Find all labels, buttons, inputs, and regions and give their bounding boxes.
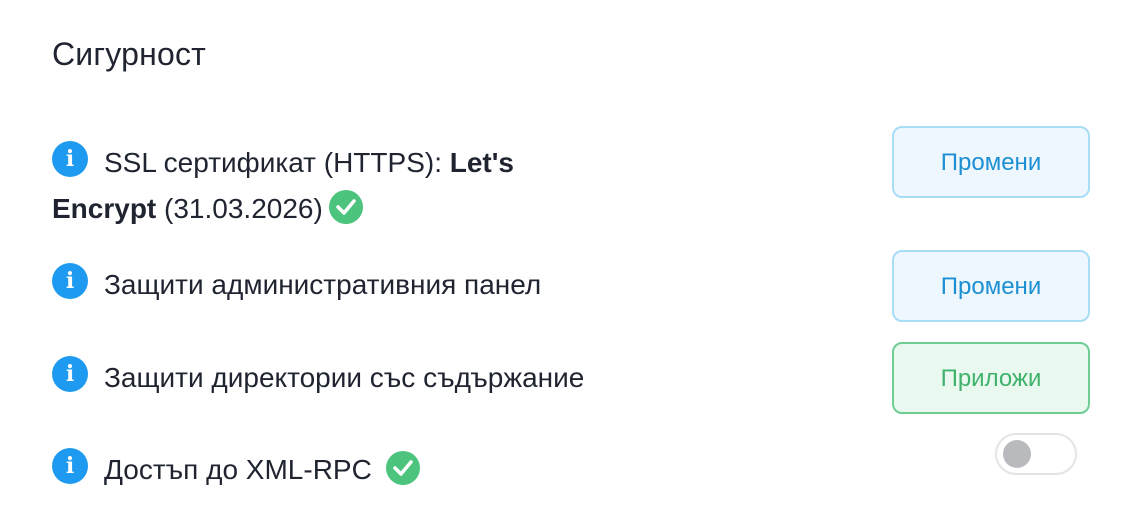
info-icon[interactable]: i xyxy=(52,447,88,484)
toggle-knob xyxy=(1003,440,1031,468)
apply-directory-protection-button[interactable]: Приложи xyxy=(892,342,1090,414)
check-icon xyxy=(385,450,420,485)
ssl-label: SSL сертификат (HTTPS): xyxy=(104,147,442,178)
protect-admin-label: Защити административния панел xyxy=(104,269,542,300)
ssl-expiry-date: (31.03.2026) xyxy=(164,193,323,224)
protect-admin-row: i Защити административния панел xyxy=(52,262,541,308)
section-title: Сигурност xyxy=(52,36,207,72)
protect-directories-label: Защити директории със съдържание xyxy=(104,362,585,393)
ssl-row: i SSL сертификат (HTTPS): Let's Encrypt (… xyxy=(52,140,612,232)
xmlrpc-label: Достъп до XML-RPC xyxy=(104,454,372,485)
change-admin-protection-button[interactable]: Промени xyxy=(892,250,1090,322)
info-icon[interactable]: i xyxy=(52,262,88,299)
change-ssl-button[interactable]: Промени xyxy=(892,126,1090,198)
check-icon xyxy=(328,189,363,224)
info-icon[interactable]: i xyxy=(52,140,88,177)
protect-directories-row: i Защити директории със съдържание xyxy=(52,355,584,401)
info-icon[interactable]: i xyxy=(52,355,88,392)
xmlrpc-row: i Достъп до XML-RPC xyxy=(52,447,420,493)
xmlrpc-toggle[interactable] xyxy=(995,433,1077,475)
